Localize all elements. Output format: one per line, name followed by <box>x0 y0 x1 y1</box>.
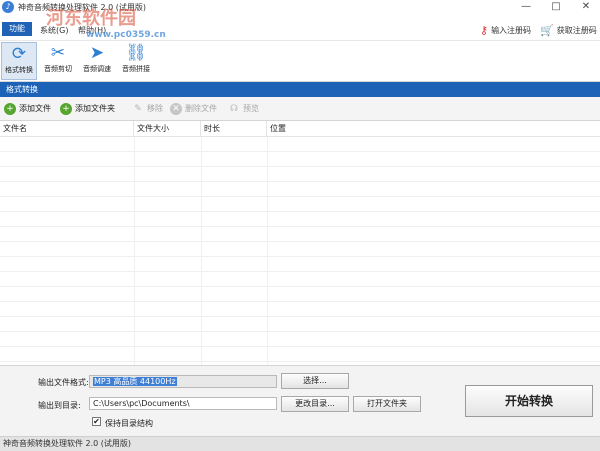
open-folder-button[interactable]: 打开文件夹 <box>353 396 421 412</box>
select-format-button[interactable]: 选择... <box>281 373 349 389</box>
cart-icon: 🛒 <box>540 24 554 37</box>
get-register-code-link[interactable]: 🛒 获取注册码 <box>540 24 597 37</box>
output-format-field[interactable]: MP3 高品质 44100Hz <box>89 375 277 388</box>
close-button[interactable]: ✕ <box>572 0 600 14</box>
column-header-filename[interactable]: 文件名 <box>0 121 134 137</box>
status-bar: 神奇音频转换处理软件 2.0 (试用版) <box>0 436 600 451</box>
menu-function[interactable]: 功能 <box>2 22 32 36</box>
file-table[interactable]: 文件名 文件大小 时长 位置 <box>0 121 600 365</box>
headphones-icon: ☊ <box>230 103 238 114</box>
add-folder-icon: + <box>60 102 72 115</box>
get-register-code-label: 获取注册码 <box>556 26 597 35</box>
watermark-url: www.pc0359.cn <box>86 30 166 40</box>
enter-register-code-link[interactable]: ⚷ 输入注册码 <box>480 24 531 37</box>
start-convert-button[interactable]: 开始转换 <box>465 385 593 417</box>
join-icon: ⛓ <box>125 43 147 63</box>
keep-structure-checkbox[interactable]: ✔ <box>92 417 101 426</box>
tool-audio-join-label: 音频拼接 <box>122 65 150 73</box>
app-icon: ♪ <box>2 1 14 13</box>
column-divider <box>134 137 135 365</box>
tool-format-convert-label: 格式转换 <box>5 66 33 74</box>
add-file-button[interactable]: + 添加文件 <box>4 101 51 117</box>
output-settings-panel: 输出文件格式: MP3 高品质 44100Hz 选择... 输出到目录: C:\… <box>0 365 600 436</box>
delete-file-label: 删除文件 <box>185 104 217 113</box>
main-toolbar: ⟳ 格式转换 ✂ 音频剪切 ➤ 音频调速 ⛓ 音频拼接 <box>0 41 600 82</box>
add-folder-label: 添加文件夹 <box>75 104 115 113</box>
tool-audio-cut[interactable]: ✂ 音频剪切 <box>40 42 76 80</box>
keep-structure-label: 保持目录结构 <box>105 419 153 428</box>
table-body <box>0 137 600 365</box>
add-file-icon: + <box>4 102 16 115</box>
delete-icon: ✕ <box>170 102 182 115</box>
remove-label: 移除 <box>147 104 163 113</box>
output-format-label: 输出文件格式: <box>38 378 89 387</box>
tool-format-convert[interactable]: ⟳ 格式转换 <box>1 42 37 80</box>
section-title: 格式转换 <box>0 82 600 97</box>
tool-audio-speed-label: 音频调速 <box>83 65 111 73</box>
watermark-logo: 河东软件园 <box>46 8 136 29</box>
add-folder-button[interactable]: + 添加文件夹 <box>60 101 115 117</box>
output-dir-field[interactable]: C:\Users\pc\Documents\ <box>89 397 277 410</box>
preview-button[interactable]: ☊ 预览 <box>228 101 259 117</box>
preview-label: 预览 <box>243 104 259 113</box>
change-dir-button[interactable]: 更改目录... <box>281 396 349 412</box>
column-divider <box>201 137 202 365</box>
tool-audio-speed[interactable]: ➤ 音频调速 <box>79 42 115 80</box>
convert-icon: ⟳ <box>11 44 27 64</box>
key-icon: ⚷ <box>480 24 489 37</box>
remove-button[interactable]: ✎ 移除 <box>132 101 163 117</box>
tool-audio-cut-label: 音频剪切 <box>44 65 72 73</box>
output-format-value: MP3 高品质 44100Hz <box>93 377 177 386</box>
column-header-filesize[interactable]: 文件大小 <box>134 121 201 137</box>
column-header-location[interactable]: 位置 <box>267 121 600 137</box>
remove-icon: ✎ <box>134 103 142 114</box>
output-dir-label: 输出到目录: <box>38 401 81 410</box>
column-divider <box>267 137 268 365</box>
column-header-duration[interactable]: 时长 <box>201 121 267 137</box>
action-bar: + 添加文件 + 添加文件夹 ✎ 移除 ✕ 删除文件 ☊ 预览 <box>0 97 600 121</box>
add-file-label: 添加文件 <box>19 104 51 113</box>
enter-register-code-label: 输入注册码 <box>491 26 532 35</box>
delete-file-button[interactable]: ✕ 删除文件 <box>170 101 217 117</box>
minimize-button[interactable]: — <box>512 0 540 14</box>
speed-icon: ➤ <box>89 43 105 63</box>
crop-icon: ✂ <box>50 43 66 63</box>
tool-audio-join[interactable]: ⛓ 音频拼接 <box>118 42 154 80</box>
maximize-button[interactable]: □ <box>542 0 570 14</box>
